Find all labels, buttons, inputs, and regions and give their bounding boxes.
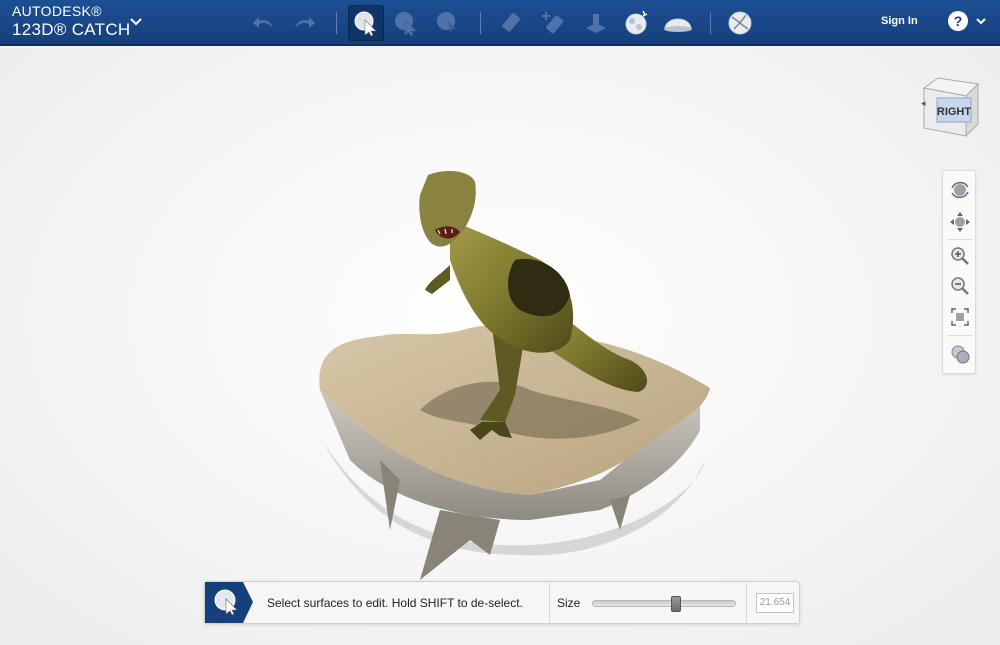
material-button[interactable] <box>947 341 973 367</box>
refine-button[interactable] <box>618 5 654 41</box>
tool-status-bar: Select surfaces to edit. Hold SHIFT to d… <box>204 581 800 624</box>
orbit-button[interactable] <box>947 177 973 203</box>
size-value-field[interactable]: 21.654 <box>756 593 794 613</box>
fit-view-button[interactable] <box>947 304 973 330</box>
app-logo[interactable]: AUTODESK® 123D® CATCH <box>12 4 130 38</box>
material-icon <box>951 345 970 364</box>
add-button[interactable] <box>536 5 572 41</box>
zoom-in-button[interactable] <box>947 243 973 269</box>
select-surface-button[interactable] <box>348 5 384 41</box>
status-divider <box>549 582 550 623</box>
refine-icon <box>625 10 648 35</box>
extrude-icon <box>586 14 606 33</box>
chevron-down-icon[interactable] <box>128 14 144 30</box>
zoom-out-icon <box>951 277 969 295</box>
size-slider[interactable] <box>592 600 736 607</box>
dinosaur-3d-model[interactable] <box>300 160 720 590</box>
add-icon <box>542 12 564 34</box>
nav-divider <box>947 239 973 240</box>
pan-icon <box>950 212 970 232</box>
view-cube-face-label: RIGHT <box>937 106 972 118</box>
nav-divider <box>947 335 973 336</box>
undo-button[interactable] <box>246 5 282 41</box>
view-cube-side-glyph: ◂ <box>921 98 926 108</box>
zoom-out-button[interactable] <box>947 273 973 299</box>
view-cube[interactable]: RIGHT ◂ <box>918 74 982 140</box>
help-button[interactable]: ? <box>948 11 968 31</box>
extrude-button[interactable] <box>578 5 614 41</box>
smooth-button[interactable] <box>660 5 696 41</box>
chevron-down-icon[interactable] <box>974 14 988 28</box>
smooth-icon <box>664 18 692 32</box>
redo-button[interactable] <box>286 5 322 41</box>
select-paint-button[interactable] <box>430 5 466 41</box>
status-message: Select surfaces to edit. Hold SHIFT to d… <box>267 596 523 610</box>
select-paint-icon <box>437 12 456 33</box>
brand-product: 123D® CATCH <box>12 20 131 39</box>
select-lasso-icon <box>395 12 417 37</box>
pan-button[interactable] <box>947 209 973 235</box>
select-surface-icon <box>354 11 377 37</box>
redo-icon <box>295 17 315 28</box>
navigation-bar <box>942 170 976 374</box>
sphere-icon <box>728 11 752 35</box>
status-divider <box>746 582 747 623</box>
select-surface-icon <box>205 582 253 623</box>
undo-icon <box>253 17 273 28</box>
top-toolbar: AUTODESK® 123D® CATCH Sign In ? <box>0 0 1000 46</box>
size-label: Size <box>557 596 581 610</box>
toolbar-divider <box>710 12 711 34</box>
fit-view-icon <box>951 308 969 326</box>
toolbar-divider <box>480 12 481 34</box>
zoom-in-icon <box>951 247 969 265</box>
sign-in-link[interactable]: Sign In <box>881 15 918 27</box>
select-lasso-button[interactable] <box>388 5 424 41</box>
eraser-icon <box>502 13 521 32</box>
eraser-button[interactable] <box>494 5 530 41</box>
orbit-icon <box>951 181 969 199</box>
brand-autodesk: AUTODESK® <box>12 3 102 19</box>
toolbar-divider <box>336 12 337 34</box>
sphere-button[interactable] <box>722 5 758 41</box>
size-slider-thumb[interactable] <box>670 596 681 612</box>
